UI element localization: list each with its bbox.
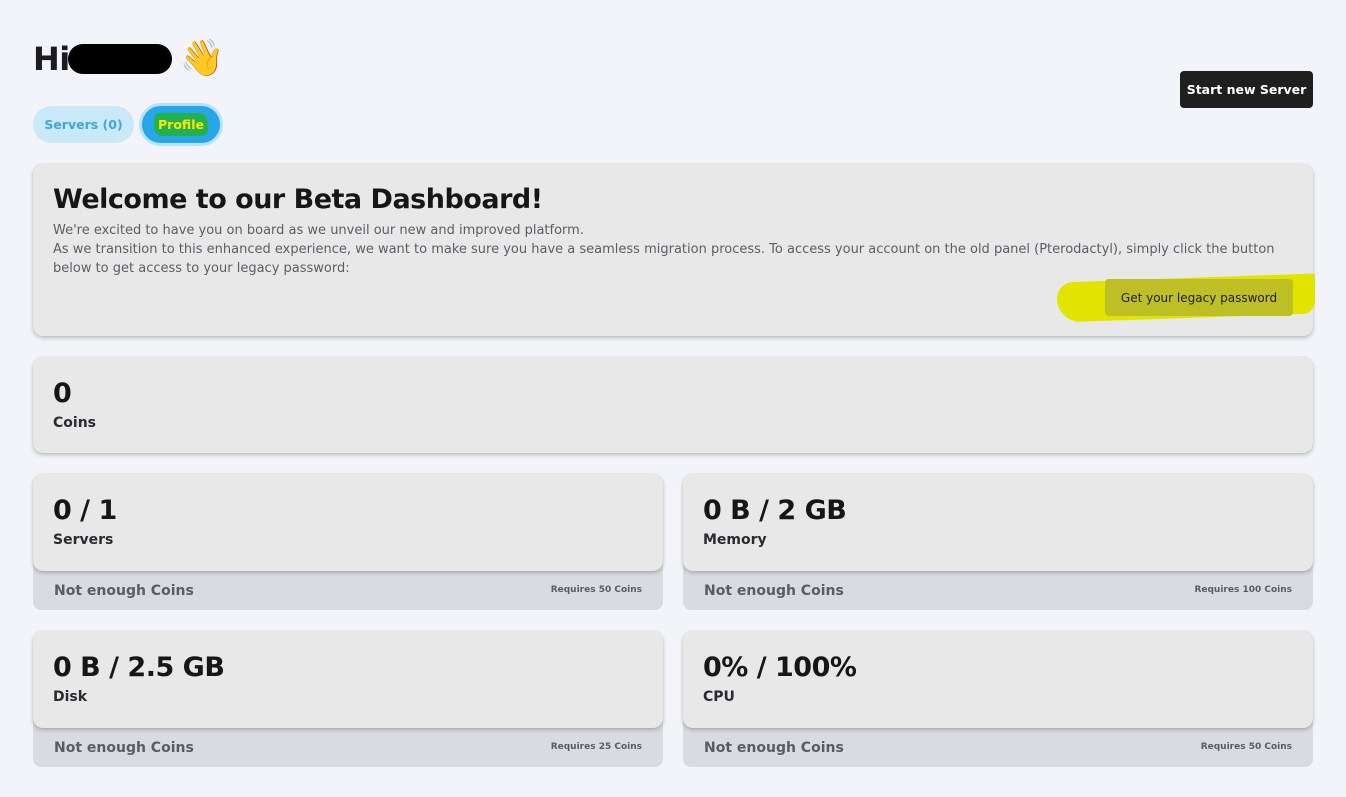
welcome-migration-text: As we transition to this enhanced experi… xyxy=(53,242,1275,276)
tab-servers-label: Servers (0) xyxy=(44,117,123,132)
tab-servers[interactable]: Servers (0) xyxy=(33,106,134,143)
coins-value: 0 xyxy=(53,378,72,409)
resource-label: Servers xyxy=(53,532,114,548)
tab-profile[interactable]: Profile xyxy=(142,106,220,143)
resource-status: Not enough Coins xyxy=(54,583,194,599)
resource-requirement: Requires 50 Coins xyxy=(550,585,642,595)
resource-requirement: Requires 100 Coins xyxy=(1194,585,1292,595)
resource-requirement: Requires 50 Coins xyxy=(1200,742,1292,752)
resource-label: CPU xyxy=(703,689,735,705)
resource-card: 0 B / 2 GB Memory xyxy=(683,474,1313,571)
resource-card: 0% / 100% CPU xyxy=(683,631,1313,728)
greeting-heading: Hi 👋 xyxy=(33,38,225,79)
tab-profile-label: Profile xyxy=(158,117,204,132)
resource-memory: Not enough Coins Requires 100 Coins 0 B … xyxy=(683,474,1313,610)
resource-status: Not enough Coins xyxy=(704,740,844,756)
resource-value: 0% / 100% xyxy=(703,652,857,683)
resource-card: 0 / 1 Servers xyxy=(33,474,663,571)
coins-label: Coins xyxy=(53,415,96,431)
resource-status: Not enough Coins xyxy=(704,583,844,599)
resource-value: 0 B / 2 GB xyxy=(703,495,847,526)
redacted-username xyxy=(67,44,172,74)
welcome-title: Welcome to our Beta Dashboard! xyxy=(53,184,543,215)
coins-card: 0 Coins xyxy=(33,357,1313,453)
resource-value: 0 / 1 xyxy=(53,495,117,526)
start-new-server-button[interactable]: Start new Server xyxy=(1180,71,1313,108)
waving-hand-icon: 👋 xyxy=(179,38,225,79)
welcome-intro-text: We're excited to have you on board as we… xyxy=(53,223,584,238)
welcome-card: Welcome to our Beta Dashboard! We're exc… xyxy=(33,164,1315,336)
resource-label: Memory xyxy=(703,532,767,548)
resource-cpu: Not enough Coins Requires 50 Coins 0% / … xyxy=(683,631,1313,767)
legacy-password-button[interactable]: Get your legacy password xyxy=(1105,279,1293,316)
resource-servers: Not enough Coins Requires 50 Coins 0 / 1… xyxy=(33,474,663,610)
resource-requirement: Requires 25 Coins xyxy=(550,742,642,752)
resource-disk: Not enough Coins Requires 25 Coins 0 B /… xyxy=(33,631,663,767)
resource-status: Not enough Coins xyxy=(54,740,194,756)
greeting-text: Hi xyxy=(33,40,70,78)
resource-label: Disk xyxy=(53,689,88,705)
resource-value: 0 B / 2.5 GB xyxy=(53,652,225,683)
resource-card: 0 B / 2.5 GB Disk xyxy=(33,631,663,728)
